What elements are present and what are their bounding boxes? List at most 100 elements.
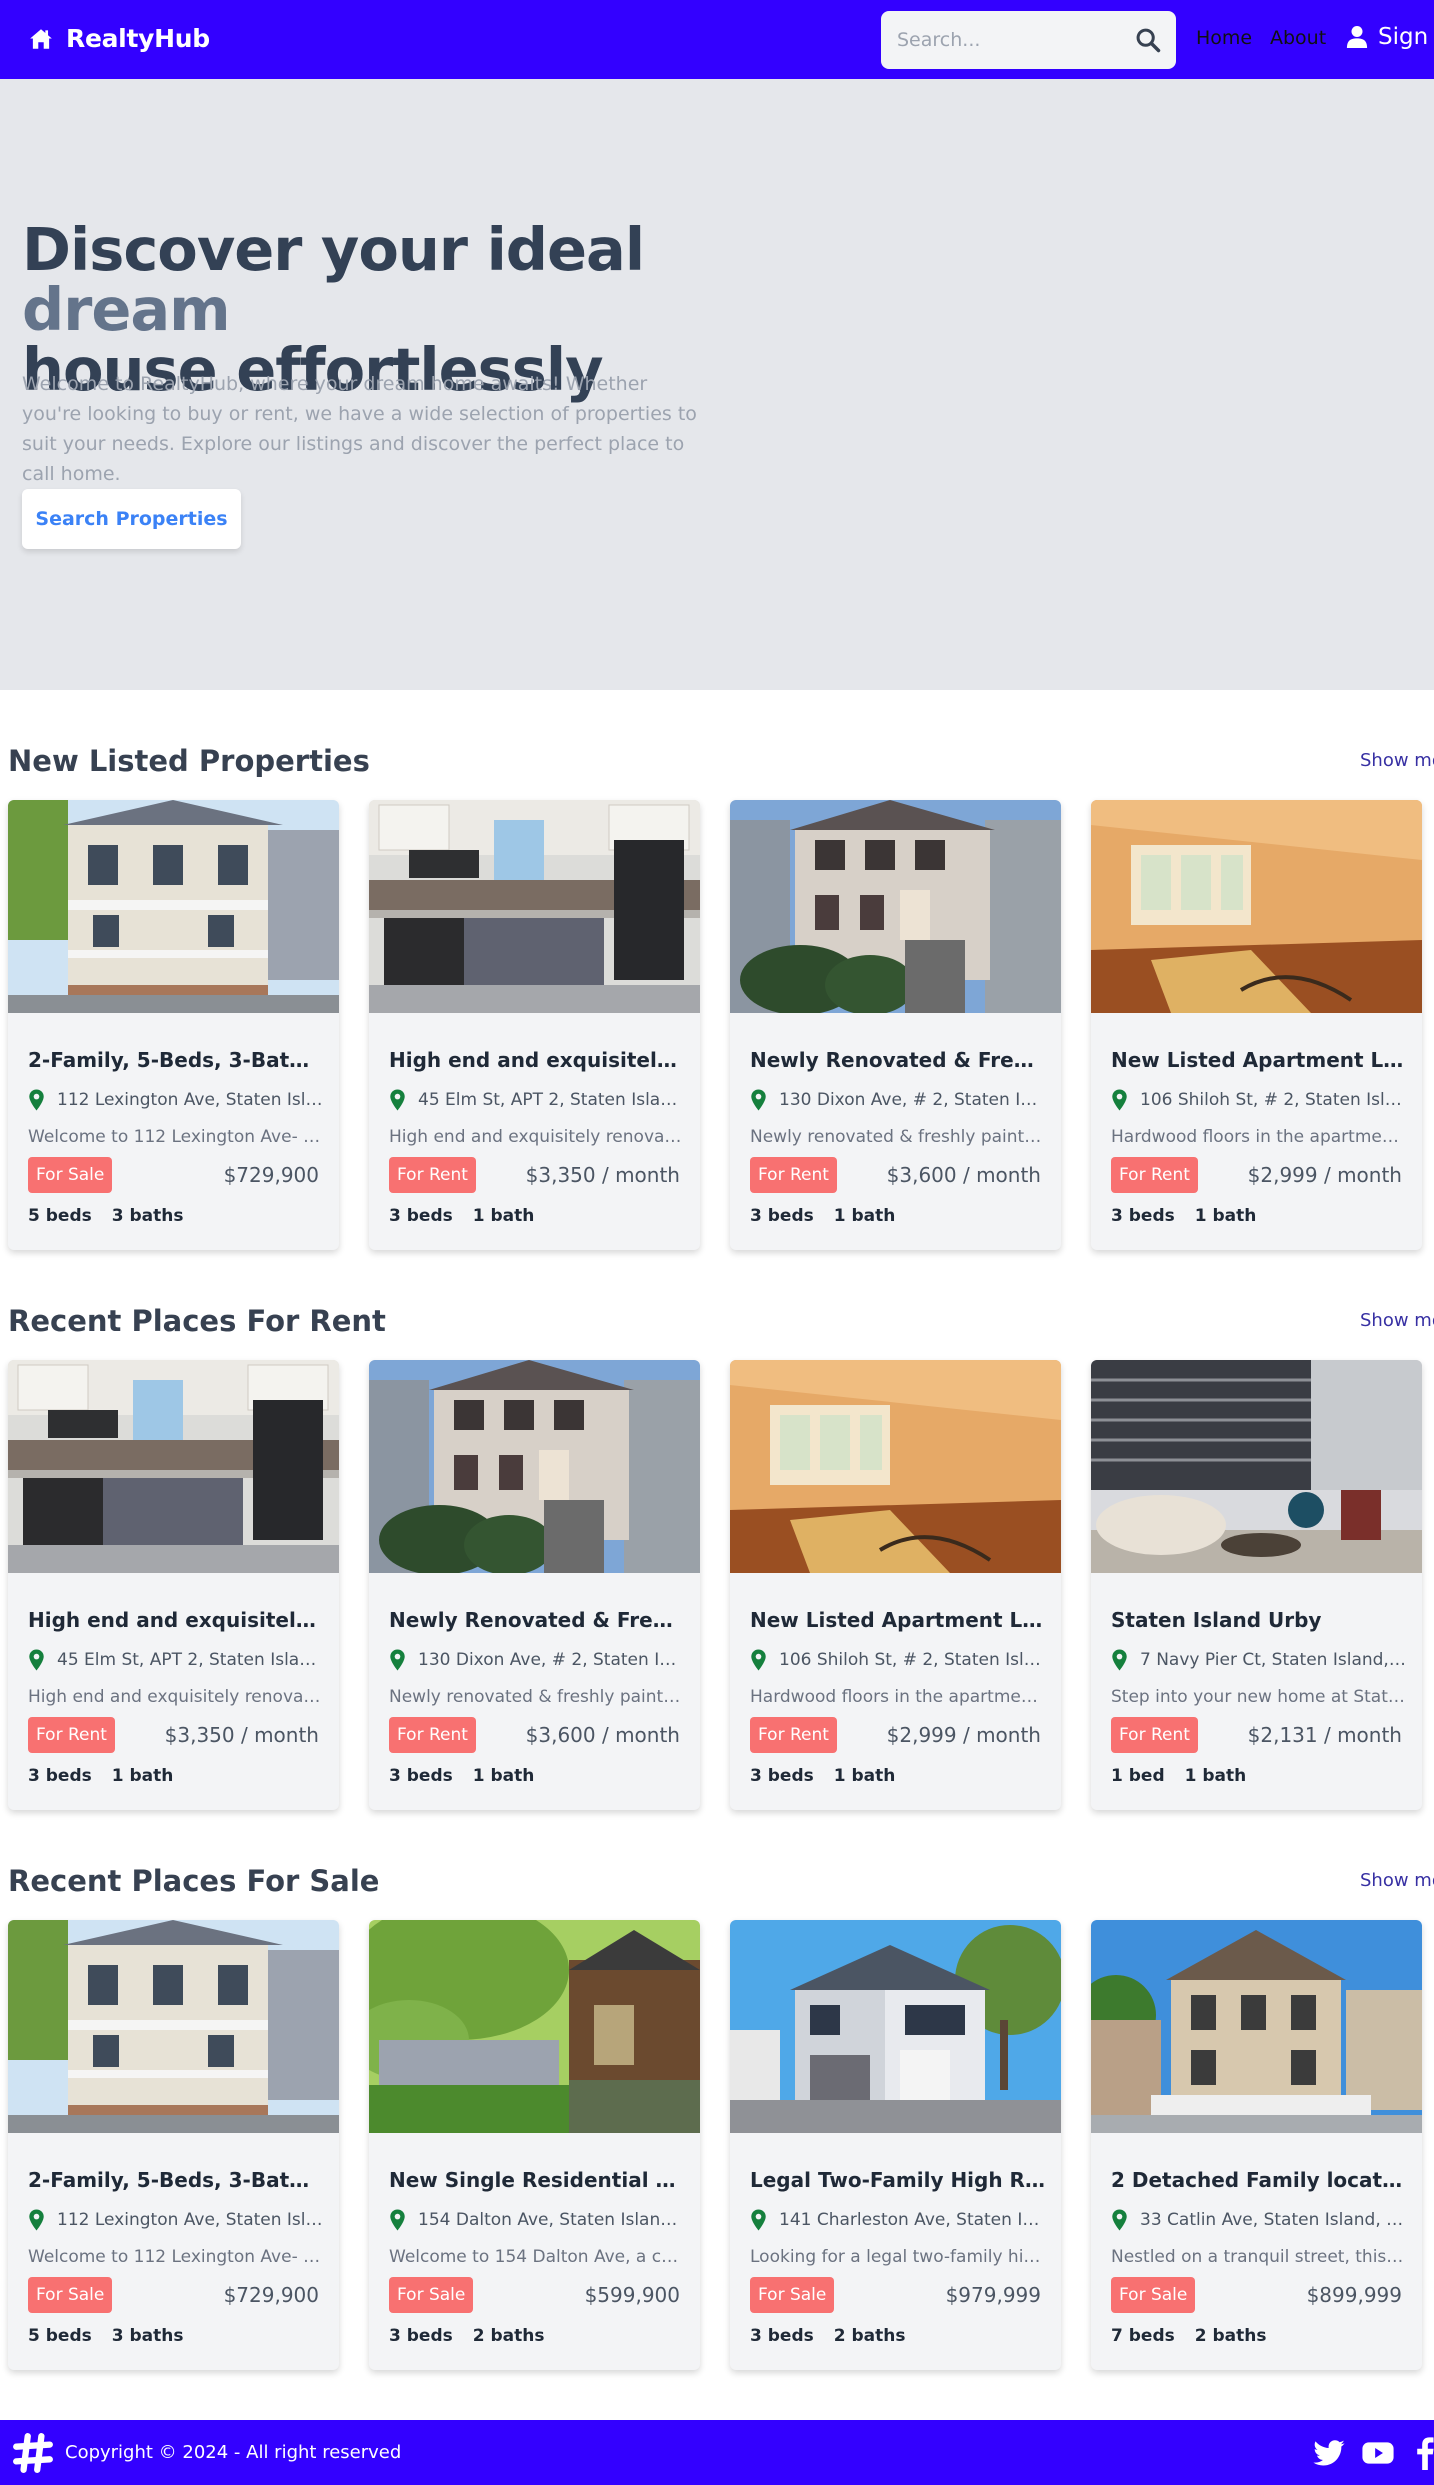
property-title[interactable]: 2-Family, 5-Beds, 3-Baths, Fully Renovat… (28, 1048, 323, 1072)
property-price: $899,999 (1306, 2283, 1402, 2307)
property-title[interactable]: Legal Two-Family High Ranch Home (750, 2168, 1045, 2192)
twitter-icon[interactable] (1312, 2436, 1346, 2470)
nav-signin-link[interactable]: Sign In (1346, 24, 1434, 50)
facebook-icon[interactable] (1416, 2436, 1434, 2470)
property-title[interactable]: New Listed Apartment Located in (1111, 1048, 1406, 1072)
baths-count: 2 baths (472, 2326, 545, 2346)
property-card[interactable]: Newly Renovated & Freshly Painted 130 Di… (369, 1360, 700, 1810)
property-photo[interactable] (730, 1360, 1061, 1573)
tan-house-photo (1091, 1920, 1422, 2133)
brand-logo-link[interactable]: RealtyHub (28, 24, 210, 53)
property-photo[interactable] (369, 1360, 700, 1573)
show-more-link[interactable]: Show more (1360, 750, 1434, 771)
show-more-link[interactable]: Show more (1360, 1870, 1434, 1891)
youtube-icon[interactable] (1361, 2436, 1395, 2470)
listing-type-badge: For Sale (1111, 2277, 1196, 2313)
property-title[interactable]: Staten Island Urby (1111, 1608, 1406, 1632)
property-photo[interactable] (8, 1920, 339, 2133)
property-photo[interactable] (369, 800, 700, 1013)
property-description: Hardwood floors in the apartment. Bright (1111, 1127, 1406, 1147)
property-specs: 3 beds 1 bath (389, 1766, 554, 1786)
property-title[interactable]: Newly Renovated & Freshly Painted (389, 1608, 684, 1632)
location-pin-icon (751, 1089, 766, 1111)
property-card[interactable]: New Listed Apartment Located in 106 Shil… (730, 1360, 1061, 1810)
property-card[interactable]: New Single Residential Family Home 154 D… (369, 1920, 700, 2370)
search-icon[interactable] (1134, 26, 1162, 54)
beds-count: 3 beds (750, 1766, 814, 1786)
property-photo[interactable] (1091, 1360, 1422, 1573)
property-photo[interactable] (8, 1360, 339, 1573)
beds-count: 3 beds (1111, 1206, 1175, 1226)
search-properties-button[interactable]: Search Properties (22, 489, 241, 549)
property-title[interactable]: High end and exquisitely renovated (389, 1048, 684, 1072)
property-price: $599,900 (584, 2283, 680, 2307)
hero-title-part1: Discover your ideal (22, 215, 645, 284)
property-card[interactable]: Staten Island Urby 7 Navy Pier Ct, State… (1091, 1360, 1422, 1810)
nav-about-link[interactable]: About (1270, 27, 1326, 49)
property-photo[interactable] (730, 1920, 1061, 2133)
baths-count: 3 baths (111, 2326, 184, 2346)
address-text: 130 Dixon Ave, # 2, Staten Island, NY (779, 1090, 1045, 1110)
property-specs: 5 beds 3 baths (28, 1206, 203, 1226)
property-card[interactable]: 2-Family, 5-Beds, 3-Baths, Fully Renovat… (8, 800, 339, 1250)
property-description: Welcome to 112 Lexington Ave- Upstate li… (28, 2247, 323, 2267)
address-text: 45 Elm St, APT 2, Staten Island, NY (418, 1090, 684, 1110)
section-title: Recent Places For Rent (8, 1304, 386, 1338)
beds-count: 7 beds (1111, 2326, 1175, 2346)
property-card[interactable]: High end and exquisitely renovated 45 El… (369, 800, 700, 1250)
show-more-link[interactable]: Show more (1360, 1310, 1434, 1331)
listing-type-badge: For Rent (750, 1157, 837, 1193)
property-address: 45 Elm St, APT 2, Staten Island, NY (28, 1649, 323, 1671)
property-photo[interactable] (369, 1920, 700, 2133)
search-input[interactable] (881, 11, 1121, 69)
property-title[interactable]: 2-Family, 5-Beds, 3-Baths, Fully Renovat… (28, 2168, 323, 2192)
kitchen-photo (369, 800, 700, 1013)
property-title[interactable]: Newly Renovated & Freshly Painted (750, 1048, 1045, 1072)
property-title[interactable]: New Single Residential Family Home (389, 2168, 684, 2192)
property-title[interactable]: 2 Detached Family located in Quiet Stree… (1111, 2168, 1406, 2192)
property-card[interactable]: New Listed Apartment Located in 106 Shil… (1091, 800, 1422, 1250)
user-icon (1346, 26, 1368, 48)
property-photo[interactable] (1091, 1920, 1422, 2133)
garden-house-photo (369, 1920, 700, 2133)
beds-count: 5 beds (28, 2326, 92, 2346)
property-address: 112 Lexington Ave, Staten Island, NY (28, 2209, 323, 2231)
property-address: 130 Dixon Ave, # 2, Staten Island, NY (389, 1649, 684, 1671)
property-card[interactable]: Newly Renovated & Freshly Painted 130 Di… (730, 800, 1061, 1250)
location-pin-icon (390, 2209, 405, 2231)
footer: Copyright © 2024 - All right reserved (0, 2420, 1434, 2485)
baths-count: 1 bath (111, 1766, 174, 1786)
property-card[interactable]: 2-Family, 5-Beds, 3-Baths, Fully Renovat… (8, 1920, 339, 2370)
property-card[interactable]: 2 Detached Family located in Quiet Stree… (1091, 1920, 1422, 2370)
property-photo[interactable] (8, 800, 339, 1013)
property-price: $3,350 / month (525, 1163, 680, 1187)
brand-name: RealtyHub (66, 24, 210, 53)
address-text: 33 Catlin Ave, Staten Island, NY 10304 (1140, 2210, 1406, 2230)
baths-count: 2 baths (833, 2326, 906, 2346)
property-card[interactable]: Legal Two-Family High Ranch Home 141 Cha… (730, 1920, 1061, 2370)
property-specs: 3 beds 1 bath (1111, 1206, 1276, 1226)
property-specs: 7 beds 2 baths (1111, 2326, 1286, 2346)
footer-copyright: Copyright © 2024 - All right reserved (65, 2442, 402, 2463)
listing-type-badge: For Sale (28, 2277, 113, 2313)
property-description: Newly renovated & freshly painted apartm… (750, 1127, 1045, 1147)
property-address: 106 Shiloh St, # 2, Staten Island, NY (750, 1649, 1045, 1671)
property-address: 45 Elm St, APT 2, Staten Island, NY (389, 1089, 684, 1111)
property-title[interactable]: New Listed Apartment Located in (750, 1608, 1045, 1632)
listing-type-badge: For Rent (389, 1717, 476, 1753)
listing-type-badge: For Rent (28, 1717, 115, 1753)
baths-count: 3 baths (111, 1206, 184, 1226)
nav-home-link[interactable]: Home (1196, 27, 1252, 49)
property-description: Looking for a legal two-family high ranc… (750, 2247, 1045, 2267)
listing-type-badge: For Sale (28, 1157, 113, 1193)
property-photo[interactable] (1091, 800, 1422, 1013)
property-card[interactable]: High end and exquisitely renovated 45 El… (8, 1360, 339, 1810)
property-photo[interactable] (730, 800, 1061, 1013)
address-text: 45 Elm St, APT 2, Staten Island, NY (57, 1650, 323, 1670)
navbar: RealtyHub Home About Sign In (0, 0, 1434, 79)
property-title[interactable]: High end and exquisitely renovated (28, 1608, 323, 1632)
baths-count: 1 bath (833, 1766, 896, 1786)
property-description: High end and exquisitely renovated apart… (28, 1687, 323, 1707)
location-pin-icon (390, 1649, 405, 1671)
baths-count: 1 bath (472, 1206, 535, 1226)
